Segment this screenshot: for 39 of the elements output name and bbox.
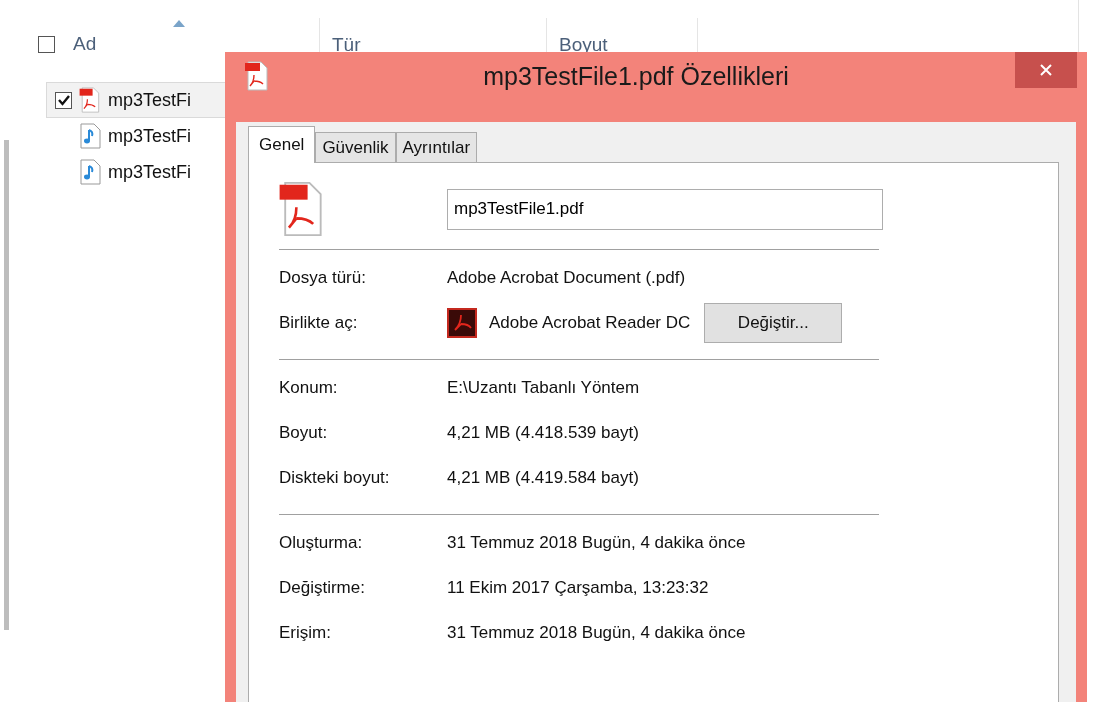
property-label: Dosya türü: xyxy=(279,267,367,288)
property-label: Erişim: xyxy=(279,622,332,643)
file-name: mp3TestFi xyxy=(108,161,192,183)
music-file-icon xyxy=(78,159,102,185)
tab[interactable]: Ayrıntılar xyxy=(395,132,478,162)
close-button[interactable] xyxy=(1015,52,1077,88)
property-value: E:\Uzantı Tabanlı Yöntem xyxy=(447,377,640,398)
property-value: 4,21 MB (4.419.584 bayt) xyxy=(447,467,639,488)
property-label: Birlikte aç: xyxy=(279,312,359,333)
tab[interactable]: Güvenlik xyxy=(315,132,396,162)
property-label: Boyut: xyxy=(279,422,329,443)
acrobat-icon xyxy=(447,307,477,338)
column-header[interactable]: Tür xyxy=(332,34,361,56)
property-label: Değiştirme: xyxy=(279,577,366,598)
close-icon xyxy=(1039,63,1053,77)
tab[interactable]: Genel xyxy=(248,126,316,163)
property-value: 4,21 MB (4.418.539 bayt) xyxy=(447,422,639,443)
pdf-file-icon xyxy=(279,181,325,237)
window-title: mp3TestFile1.pdf Özellikleri xyxy=(482,61,790,91)
file-name: mp3TestFi xyxy=(108,125,192,147)
change-button[interactable]: Değiştir... xyxy=(704,302,843,343)
property-value: 31 Temmuz 2018 Bugün, 4 dakika önce xyxy=(447,622,746,643)
property-value: 11 Ekim 2017 Çarşamba, 13:23:32 xyxy=(447,577,709,598)
checkbox[interactable] xyxy=(55,91,72,109)
file-name: mp3TestFi xyxy=(108,89,192,111)
property-label: Oluşturma: xyxy=(279,532,364,553)
pdf-file-icon xyxy=(78,87,102,113)
property-label: Diskteki boyut: xyxy=(279,467,391,488)
scrollbar[interactable] xyxy=(4,140,9,630)
pdf-file-icon xyxy=(245,61,269,91)
column-header[interactable]: Ad xyxy=(73,33,97,55)
column-header[interactable]: Boyut xyxy=(559,34,608,56)
property-label: Konum: xyxy=(279,377,339,398)
checkbox[interactable] xyxy=(38,35,55,53)
property-value: Adobe Acrobat Reader DC xyxy=(489,312,691,333)
file-name-field[interactable]: mp3TestFile1.pdf xyxy=(447,188,883,230)
property-value: 31 Temmuz 2018 Bugün, 4 dakika önce xyxy=(447,532,746,553)
property-value: Adobe Acrobat Document (.pdf) xyxy=(447,267,686,288)
music-file-icon xyxy=(78,123,102,149)
